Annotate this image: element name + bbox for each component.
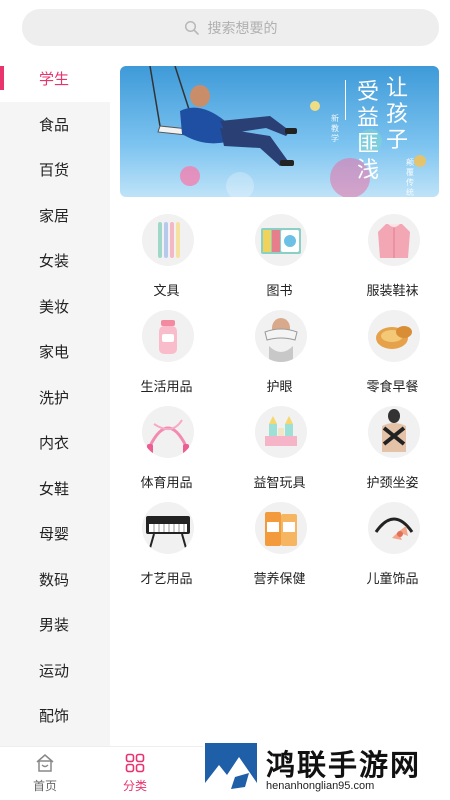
sidebar-item-label: 美妆: [39, 298, 70, 316]
watermark-title: 鸿联手游网: [266, 750, 422, 782]
sidebar-item-mens-wear[interactable]: 男装: [0, 602, 110, 648]
sidebar-item-label: 学生: [39, 71, 70, 89]
category-label: 零食早餐: [366, 379, 419, 394]
sidebar-item-label: 家居: [39, 207, 70, 225]
sidebar-item-label: 数码: [39, 571, 70, 589]
sidebar-item-personal-care[interactable]: 洗护: [0, 375, 110, 421]
eye-massager-icon: [255, 310, 307, 362]
category-label: 护眼: [266, 379, 293, 394]
sidebar-item-food[interactable]: 食品: [0, 102, 110, 148]
category-educational-toys[interactable]: 益智玩具: [223, 398, 336, 494]
category-label: 益智玩具: [253, 475, 306, 490]
sidebar-item-digital[interactable]: 数码: [0, 557, 110, 603]
sidebar-item-home[interactable]: 家居: [0, 193, 110, 239]
site-watermark: 鸿联手游网 henanhonglian95.com: [203, 740, 450, 800]
promo-banner[interactable]: 让孩子 受益匪浅 新教学 颠覆传统: [120, 66, 439, 197]
category-label: 儿童饰品: [366, 571, 419, 586]
sidebar-item-students[interactable]: 学生: [0, 56, 110, 102]
sidebar-item-label: 百货: [39, 162, 70, 180]
tab-home-label: 首页: [32, 779, 57, 793]
tab-category-label: 分类: [122, 779, 147, 793]
books-icon: [255, 214, 307, 266]
sidebar-item-womens-shoes[interactable]: 女鞋: [0, 466, 110, 512]
sidebar-item-general-goods[interactable]: 百货: [0, 147, 110, 193]
toy-blocks-icon: [255, 406, 307, 458]
headband-icon: [368, 502, 420, 554]
home-icon: [35, 753, 55, 773]
search-placeholder: 搜索想要的: [207, 19, 278, 36]
category-arts[interactable]: 才艺用品: [110, 494, 223, 590]
category-stationery[interactable]: 文具: [110, 206, 223, 302]
sidebar-item-label: 男装: [39, 617, 70, 635]
sidebar-item-label: 内衣: [39, 435, 70, 453]
category-label: 文具: [153, 283, 180, 298]
watermark-url: henanhonglian95.com: [266, 780, 375, 792]
category-clothing[interactable]: 服装鞋袜: [336, 206, 449, 302]
category-label: 营养保健: [253, 571, 306, 586]
keyboard-icon: [142, 502, 194, 554]
sidebar-item-label: 女装: [39, 253, 70, 271]
search-icon: [184, 20, 200, 36]
sidebar-item-label: 女鞋: [39, 480, 70, 498]
category-label: 图书: [266, 283, 293, 298]
coat-icon: [368, 214, 420, 266]
sidebar-item-underwear[interactable]: 内衣: [0, 420, 110, 466]
pastry-icon: [368, 310, 420, 362]
tab-category[interactable]: 分类: [90, 747, 180, 800]
category-kids-accessories[interactable]: 儿童饰品: [336, 494, 449, 590]
banner-headline-b: 受益匪浅: [356, 80, 379, 183]
category-label: 体育用品: [140, 475, 193, 490]
category-label: 才艺用品: [140, 571, 193, 586]
jump-rope-icon: [142, 406, 194, 458]
category-sidebar: 学生 食品 百货 家居 女装 美妆 家电 洗护 内衣 女鞋 母婴 数码 男装 运…: [0, 56, 110, 746]
sidebar-item-womens-wear[interactable]: 女装: [0, 238, 110, 284]
sidebar-item-accessories[interactable]: 配饰: [0, 693, 110, 739]
bottle-icon: [142, 310, 194, 362]
search-input[interactable]: 搜索想要的: [22, 9, 439, 46]
category-content: 让孩子 受益匪浅 新教学 颠覆传统 文具 图书 服装鞋袜 生活用品 护眼 零食早…: [110, 56, 450, 746]
category-books[interactable]: 图书: [223, 206, 336, 302]
sidebar-item-label: 洗护: [39, 389, 70, 407]
supplement-icon: [255, 502, 307, 554]
sidebar-item-label: 配饰: [39, 708, 70, 726]
tab-home[interactable]: 首页: [0, 747, 90, 800]
grid-icon: [125, 753, 145, 773]
pens-icon: [142, 214, 194, 266]
sidebar-item-baby[interactable]: 母婴: [0, 511, 110, 557]
category-nutrition[interactable]: 营养保健: [223, 494, 336, 590]
category-label: 护颈坐姿: [366, 475, 419, 490]
banner-tagline-a: 新教学: [331, 114, 339, 143]
category-snacks[interactable]: 零食早餐: [336, 302, 449, 398]
sidebar-item-label: 家电: [39, 344, 70, 362]
sidebar-item-label: 母婴: [39, 526, 70, 544]
watermark-logo-icon: [205, 743, 257, 795]
category-posture[interactable]: 护颈坐姿: [336, 398, 449, 494]
category-daily-goods[interactable]: 生活用品: [110, 302, 223, 398]
banner-tagline-b: 颠覆传统: [406, 158, 414, 197]
category-label: 服装鞋袜: [366, 283, 419, 298]
sidebar-item-label: 运动: [39, 662, 70, 680]
sidebar-item-beauty[interactable]: 美妆: [0, 284, 110, 330]
category-eye-care[interactable]: 护眼: [223, 302, 336, 398]
search-bar: 搜索想要的: [0, 0, 450, 56]
sidebar-item-label: 食品: [39, 116, 70, 134]
banner-headline-a: 让孩子: [385, 76, 408, 153]
sidebar-item-appliances[interactable]: 家电: [0, 329, 110, 375]
banner-divider: [345, 80, 346, 120]
category-sports-goods[interactable]: 体育用品: [110, 398, 223, 494]
sidebar-item-sports[interactable]: 运动: [0, 648, 110, 694]
category-label: 生活用品: [140, 379, 193, 394]
posture-brace-icon: [368, 406, 420, 458]
